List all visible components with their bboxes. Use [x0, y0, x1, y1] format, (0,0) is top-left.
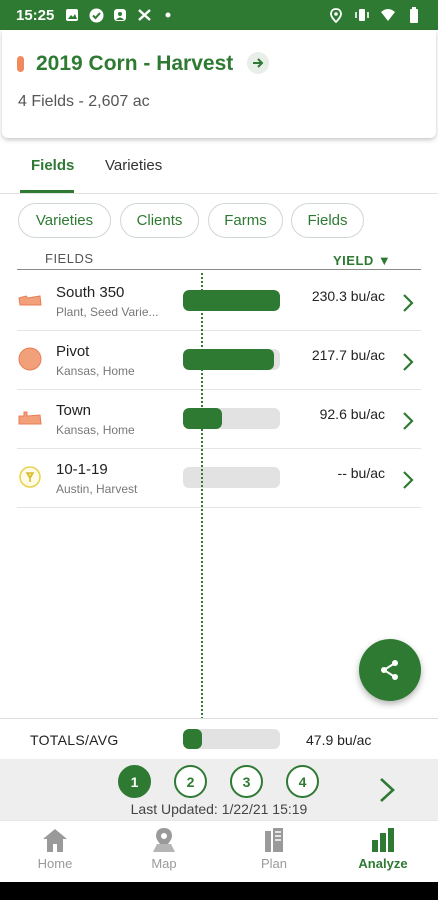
yield-bar [183, 467, 280, 488]
battery-icon [406, 7, 422, 23]
nav-label-home: Home [37, 856, 73, 871]
yield-bar-fill [183, 290, 280, 311]
wifi-icon [380, 7, 396, 23]
nav-home[interactable]: Home [10, 827, 100, 871]
totals-bar-fill [183, 729, 203, 749]
totals-yield: 47.9 bu/ac [306, 732, 372, 748]
page-button-2[interactable]: 2 [174, 765, 207, 798]
share-button[interactable] [359, 639, 421, 701]
sort-arrow-icon: ▼ [377, 253, 392, 268]
photo-icon [112, 7, 128, 23]
pivot-circle-icon [17, 346, 43, 372]
arrow-right-icon[interactable] [247, 52, 269, 74]
header-card [2, 30, 436, 138]
dot-icon [160, 7, 176, 23]
row-yield: 230.3 bu/ac [311, 288, 385, 304]
row-subtitle: Austin, Harvest [56, 482, 138, 496]
row-name: Pivot [56, 343, 90, 360]
row-yield: -- bu/ac [337, 465, 385, 481]
crop-color-indicator [17, 56, 24, 72]
field-shape-icon [17, 405, 43, 431]
map-pin-icon [153, 828, 175, 852]
chevron-right-icon [403, 412, 414, 430]
table-row[interactable]: South 350 Plant, Seed Varie... 230.3 bu/… [17, 272, 421, 331]
page-button-1[interactable]: 1 [118, 765, 151, 798]
active-tab-indicator [20, 190, 74, 193]
table-row[interactable]: Pivot Kansas, Home 217.7 bu/ac [17, 331, 421, 390]
tab-varieties[interactable]: Varieties [105, 157, 162, 174]
row-yield: 92.6 bu/ac [319, 406, 385, 422]
chevron-right-icon [403, 353, 414, 371]
chip-farms[interactable]: Farms [208, 203, 283, 238]
location-icon [328, 7, 344, 23]
share-icon [381, 660, 398, 680]
field-shape-icon [17, 287, 43, 313]
next-page-icon[interactable] [376, 776, 398, 804]
nav-analyze[interactable]: Analyze [338, 827, 428, 871]
row-name: Town [56, 402, 92, 419]
chevron-right-icon [403, 471, 414, 489]
bottom-nav: Home Map Plan Analyze [0, 820, 438, 882]
nav-label-map: Map [151, 856, 177, 871]
plan-icon [265, 828, 283, 852]
nav-plan[interactable]: Plan [229, 827, 319, 871]
yield-bar [183, 349, 280, 370]
warning-circle-icon [17, 464, 43, 490]
vibrate-icon [354, 7, 370, 23]
yield-label: YIELD [333, 253, 374, 268]
table-row[interactable]: 10-1-19 Austin, Harvest -- bu/ac [17, 449, 421, 508]
column-header-yield[interactable]: YIELD ▼ [333, 253, 391, 268]
page-button-4[interactable]: 4 [286, 765, 319, 798]
page-button-3[interactable]: 3 [230, 765, 263, 798]
chip-varieties[interactable]: Varieties [18, 203, 111, 238]
nav-label-plan: Plan [260, 856, 288, 871]
average-line [201, 273, 203, 743]
header-divider [17, 269, 421, 270]
home-icon [43, 829, 67, 852]
yield-bar [183, 290, 280, 311]
system-nav-bar [0, 882, 438, 900]
image-icon [64, 7, 80, 23]
row-subtitle: Kansas, Home [56, 364, 135, 378]
chevron-right-icon [403, 294, 414, 312]
status-bar: 15:25 [0, 0, 438, 30]
header-subtitle: 4 Fields - 2,607 ac [18, 93, 150, 110]
tab-fields[interactable]: Fields [31, 157, 74, 174]
column-header-fields: FIELDS [45, 251, 94, 266]
yield-bar [183, 408, 280, 429]
yield-bar-fill [183, 349, 275, 370]
nav-map[interactable]: Map [119, 827, 209, 871]
tractor-icon [136, 7, 152, 23]
row-name: 10-1-19 [56, 461, 108, 478]
totals-label: TOTALS/AVG [30, 732, 119, 748]
row-subtitle: Plant, Seed Varie... [56, 305, 159, 319]
pager: 1 2 3 4 Last Updated: 1/22/21 15:19 [0, 759, 438, 820]
page-title[interactable]: 2019 Corn - Harvest [36, 52, 233, 76]
check-circle-icon [88, 7, 104, 23]
row-yield: 217.7 bu/ac [311, 347, 385, 363]
totals-bar [183, 729, 280, 749]
analyze-icon [372, 828, 394, 852]
totals-row: TOTALS/AVG 47.9 bu/ac [0, 718, 438, 759]
row-name: South 350 [56, 284, 125, 301]
row-subtitle: Kansas, Home [56, 423, 135, 437]
last-updated-text: Last Updated: 1/22/21 15:19 [130, 801, 308, 817]
table-row[interactable]: Town Kansas, Home 92.6 bu/ac [17, 390, 421, 449]
nav-label-analyze: Analyze [358, 856, 408, 871]
status-time: 15:25 [16, 6, 55, 24]
chip-fields[interactable]: Fields [291, 203, 364, 238]
chip-clients[interactable]: Clients [120, 203, 199, 238]
tab-bar: Fields Varieties [0, 140, 438, 194]
